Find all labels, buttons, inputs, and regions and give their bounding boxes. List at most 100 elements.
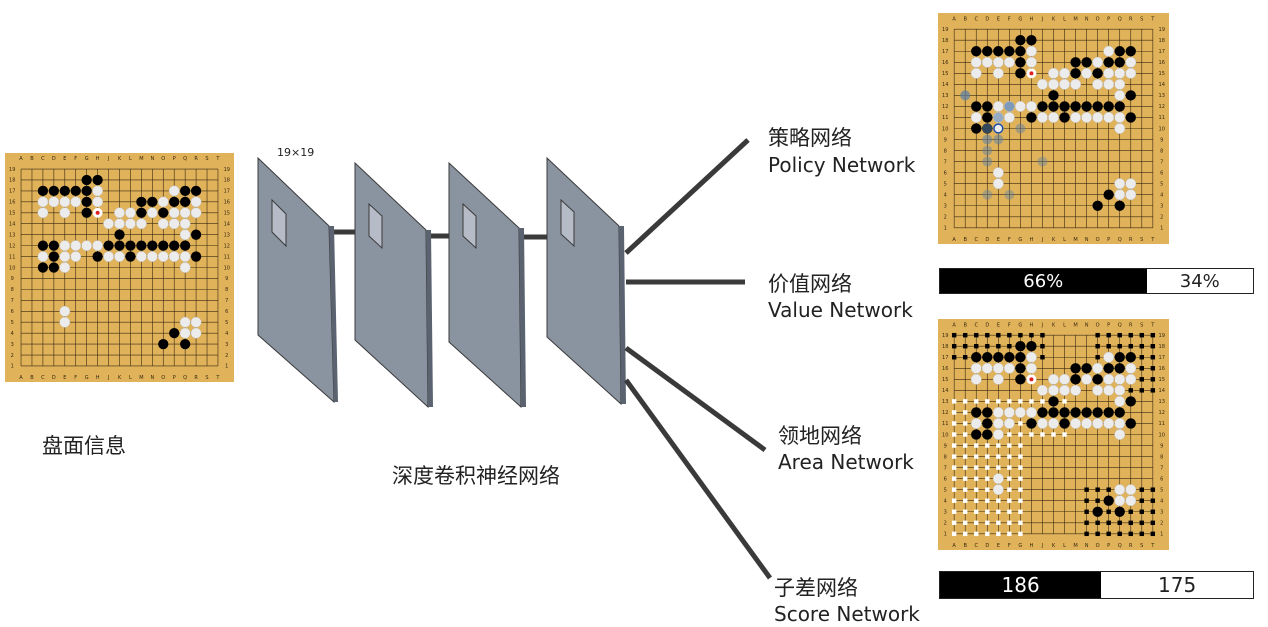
black-stone [1103, 495, 1114, 506]
ownership-marker [1106, 343, 1111, 349]
board-row-label: 3 [1160, 510, 1163, 516]
ownership-marker [1106, 332, 1111, 338]
board-row-label: 5 [944, 487, 947, 493]
board-column-label: S [1140, 322, 1143, 328]
white-stone [1048, 384, 1059, 396]
white-stone [1125, 362, 1137, 374]
board-row-label: 15 [1158, 377, 1164, 383]
ownership-marker [1007, 454, 1012, 459]
black-stone [1081, 363, 1092, 374]
black-stone [1015, 352, 1026, 363]
policy-label-cn: 策略网络 [768, 126, 852, 150]
white-stone [1103, 351, 1115, 363]
white-stone [1037, 418, 1048, 429]
black-stone [1059, 418, 1070, 429]
board-row-label: 13 [1158, 399, 1164, 405]
ownership-marker [951, 410, 957, 415]
white-stone [1114, 484, 1126, 496]
black-stone [1125, 396, 1136, 407]
black-stone [1015, 363, 1026, 374]
ownership-marker [1029, 332, 1034, 338]
ownership-marker [1018, 487, 1023, 492]
ownership-marker [985, 531, 990, 537]
ownership-marker [951, 432, 957, 437]
white-stone [1081, 418, 1092, 429]
ownership-marker [1084, 520, 1089, 526]
board-column-label: C [974, 543, 978, 549]
value-white-label: 34% [1179, 270, 1220, 292]
black-stone [971, 407, 982, 418]
board-row-label: 13 [942, 399, 948, 405]
ownership-marker [996, 520, 1001, 526]
board-row-label: 12 [942, 410, 948, 416]
ownership-marker [1150, 388, 1156, 393]
black-stone [1125, 418, 1136, 429]
ownership-marker [1139, 531, 1145, 537]
ownership-marker [996, 332, 1001, 338]
black-stone [993, 352, 1004, 363]
ownership-marker [1106, 520, 1111, 526]
ownership-marker [951, 531, 957, 537]
ownership-marker [974, 476, 979, 481]
white-stone [1070, 384, 1081, 396]
ownership-marker [1029, 399, 1034, 404]
ownership-marker [1106, 531, 1111, 537]
board-column-label: C [974, 322, 978, 328]
ownership-marker [962, 498, 968, 503]
black-stone [1026, 418, 1037, 429]
board-row-label: 11 [942, 421, 948, 427]
ownership-marker [1117, 520, 1122, 526]
board-column-label: J [1041, 543, 1044, 549]
board-row-label: 6 [944, 476, 947, 482]
board-column-label: P [1107, 322, 1110, 328]
ownership-marker [1040, 343, 1045, 349]
board-row-label: 10 [942, 432, 948, 438]
ownership-marker [1150, 377, 1156, 382]
ownership-marker [962, 509, 968, 514]
board-row-label: 18 [942, 344, 948, 350]
ownership-marker [951, 421, 957, 426]
score-white-label: 175 [1158, 573, 1197, 597]
board-row-label: 7 [944, 465, 947, 471]
ownership-marker [962, 399, 968, 404]
score-black-segment: 186 [940, 572, 1102, 598]
board-column-label: Q [1118, 322, 1122, 328]
board-row-label: 9 [944, 443, 947, 449]
ownership-marker [985, 476, 990, 481]
ownership-marker [962, 410, 968, 415]
ownership-marker [951, 465, 957, 470]
white-stone [1059, 384, 1070, 396]
board-column-label: J [1041, 322, 1044, 328]
ownership-marker [1128, 388, 1133, 393]
ownership-marker [1095, 520, 1100, 526]
ownership-marker [1007, 399, 1012, 404]
ownership-marker [1139, 355, 1145, 360]
white-stone [1037, 384, 1048, 396]
board-column-label: B [963, 543, 967, 549]
board-row-label: 18 [1158, 344, 1164, 350]
ownership-marker [1007, 498, 1012, 503]
ownership-marker [974, 454, 979, 459]
white-stone [1026, 351, 1037, 363]
ownership-marker [1018, 509, 1023, 514]
black-stone [1015, 341, 1026, 352]
ownership-marker [1029, 432, 1034, 437]
ownership-marker [1128, 509, 1133, 514]
white-stone [1114, 418, 1126, 429]
ownership-marker [985, 509, 990, 514]
board-row-label: 9 [1160, 443, 1163, 449]
score-bar: 186 175 [939, 571, 1254, 599]
board-column-label: G [1018, 322, 1022, 328]
ownership-marker [1018, 432, 1023, 437]
black-stone [1037, 407, 1048, 418]
ownership-marker [985, 343, 990, 349]
ownership-marker [1007, 432, 1012, 437]
ownership-marker [1095, 332, 1100, 338]
black-stone [1059, 407, 1070, 418]
ownership-marker [1018, 465, 1023, 470]
ownership-marker [1139, 520, 1145, 526]
ownership-marker [1007, 443, 1012, 448]
ownership-marker [1007, 465, 1012, 470]
ownership-marker [1139, 509, 1145, 514]
board-column-label: E [997, 543, 1000, 549]
